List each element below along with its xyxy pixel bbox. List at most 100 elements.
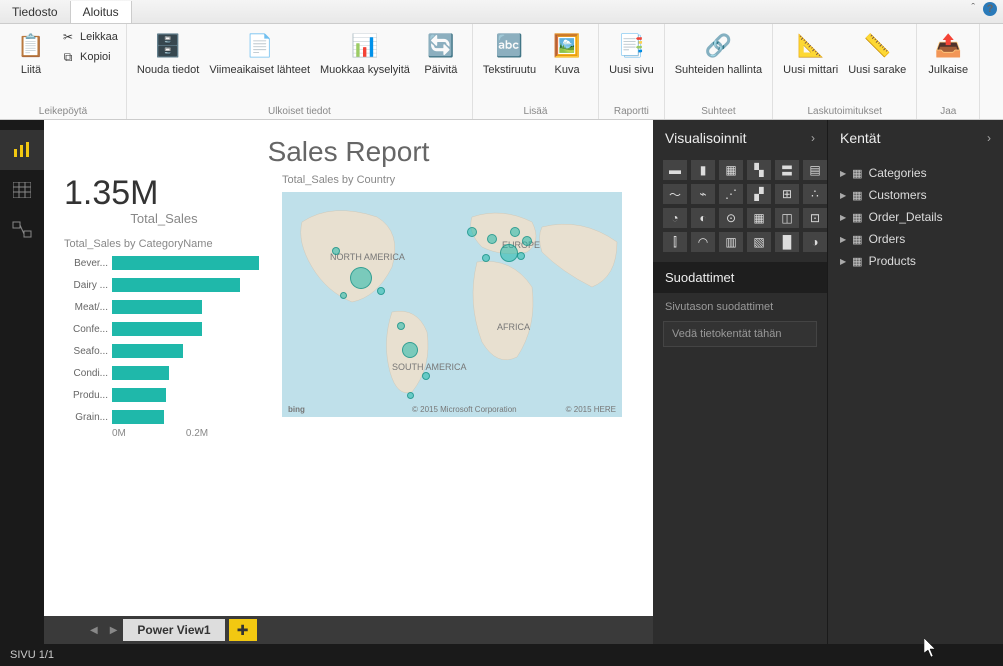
bar-row[interactable]: Condi...: [64, 366, 264, 380]
map-chart-title: Total_Sales by Country: [282, 174, 633, 186]
viz-type-20[interactable]: ▥: [719, 232, 743, 252]
help-icon[interactable]: ?: [983, 2, 997, 16]
mouse-cursor: [924, 638, 938, 658]
bar-row[interactable]: Dairy ...: [64, 278, 264, 292]
viz-type-12[interactable]: ◔: [663, 208, 687, 228]
visualizations-header[interactable]: Visualisoinnit›: [653, 120, 827, 156]
expand-icon: ▶: [840, 235, 846, 244]
map-bubble: [517, 252, 525, 260]
map-bubble: [467, 227, 477, 237]
table-icon: ▦: [852, 189, 862, 202]
field-table-customers[interactable]: ▶▦Customers: [832, 184, 999, 206]
nav-report-view[interactable]: [0, 130, 44, 170]
viz-type-1[interactable]: ▮: [691, 160, 715, 180]
image-button[interactable]: 🖼️Kuva: [542, 28, 592, 78]
viz-type-8[interactable]: ⋰: [719, 184, 743, 204]
field-table-orders[interactable]: ▶▦Orders: [832, 228, 999, 250]
recent-icon: 📄: [244, 30, 276, 62]
viz-type-14[interactable]: ⊙: [719, 208, 743, 228]
viz-type-10[interactable]: ⊞: [775, 184, 799, 204]
expand-icon: ▶: [840, 169, 846, 178]
menu-file[interactable]: Tiedosto: [0, 1, 70, 23]
viz-type-18[interactable]: ⫿: [663, 232, 687, 252]
report-canvas[interactable]: Sales Report 1.35M Total_Sales Total_Sal…: [44, 120, 653, 616]
group-share: Jaa: [923, 104, 973, 117]
expand-icon: ▶: [840, 191, 846, 200]
bar-label: Grain...: [64, 412, 108, 423]
map-bubble: [487, 234, 497, 244]
viz-type-4[interactable]: 〓: [775, 160, 799, 180]
add-page-button[interactable]: ✚: [229, 619, 257, 641]
image-icon: 🖼️: [551, 30, 583, 62]
viz-type-19[interactable]: ◠: [691, 232, 715, 252]
viz-type-5[interactable]: ▤: [803, 160, 827, 180]
viz-type-2[interactable]: ▦: [719, 160, 743, 180]
viz-type-21[interactable]: ▧: [747, 232, 771, 252]
status-page: SIVU 1/1: [10, 649, 54, 661]
recent-sources-button[interactable]: 📄Viimeaikaiset lähteet: [205, 28, 314, 78]
bar-row[interactable]: Confe...: [64, 322, 264, 336]
viz-type-7[interactable]: ⌁: [691, 184, 715, 204]
get-data-button[interactable]: 🗄️Nouda tiedot: [133, 28, 203, 78]
new-page-button[interactable]: 📑Uusi sivu: [605, 28, 658, 78]
new-measure-button[interactable]: 📐Uusi mittari: [779, 28, 842, 78]
viz-type-17[interactable]: ⊡: [803, 208, 827, 228]
table-icon: ▦: [852, 167, 862, 180]
nav-data-view[interactable]: [0, 170, 44, 210]
viz-type-22[interactable]: █: [775, 232, 799, 252]
report-view-icon: [12, 141, 32, 159]
field-table-products[interactable]: ▶▦Products: [832, 250, 999, 272]
bar-fill: [112, 322, 202, 336]
viz-type-23[interactable]: ◑: [803, 232, 827, 252]
viz-type-3[interactable]: ▚: [747, 160, 771, 180]
bar-row[interactable]: Seafo...: [64, 344, 264, 358]
table-icon: ▦: [852, 211, 862, 224]
viz-type-16[interactable]: ◫: [775, 208, 799, 228]
textbox-button[interactable]: 🔤Tekstiruutu: [479, 28, 540, 78]
viz-type-13[interactable]: ◐: [691, 208, 715, 228]
nav-model-view[interactable]: [0, 210, 44, 250]
publish-button[interactable]: 📤Julkaise: [923, 28, 973, 78]
map-attribution-1: © 2015 Microsoft Corporation: [412, 405, 517, 414]
bar-row[interactable]: Meat/...: [64, 300, 264, 314]
tab-next[interactable]: ▶: [104, 625, 124, 636]
copy-button[interactable]: ⧉Kopioi: [58, 48, 120, 66]
bar-fill: [112, 366, 169, 380]
page-tab-1[interactable]: Power View1: [123, 619, 224, 641]
paste-button[interactable]: 📋 Liitä: [6, 28, 56, 78]
edit-queries-button[interactable]: 📊Muokkaa kyselyitä: [316, 28, 414, 78]
viz-type-15[interactable]: ▦: [747, 208, 771, 228]
textbox-icon: 🔤: [493, 30, 525, 62]
field-table-categories[interactable]: ▶▦Categories: [832, 162, 999, 184]
filters-header[interactable]: Suodattimet: [653, 262, 827, 293]
viz-type-9[interactable]: ▞: [747, 184, 771, 204]
map-bubble: [510, 227, 520, 237]
refresh-button[interactable]: 🔄Päivitä: [416, 28, 466, 78]
collapse-ribbon-icon[interactable]: ˆ: [971, 2, 975, 16]
viz-type-6[interactable]: 〜: [663, 184, 687, 204]
menu-home[interactable]: Aloitus: [70, 1, 132, 23]
report-title: Sales Report: [64, 136, 633, 168]
map-bubble: [350, 267, 372, 289]
fields-header[interactable]: Kentät›: [828, 120, 1003, 156]
cut-button[interactable]: ✂Leikkaa: [58, 28, 120, 46]
bar-row[interactable]: Bever...: [64, 256, 264, 270]
new-column-button[interactable]: 📏Uusi sarake: [844, 28, 910, 78]
map-bubble: [522, 236, 532, 246]
bar-chart[interactable]: Bever... Dairy ... Meat/... Confe... Seafo..…: [64, 256, 264, 424]
bar-row[interactable]: Produ...: [64, 388, 264, 402]
filter-dropzone[interactable]: Vedä tietokentät tähän: [663, 321, 817, 347]
manage-relations-button[interactable]: 🔗Suhteiden hallinta: [671, 28, 766, 78]
table-icon: ▦: [852, 255, 862, 268]
bar-fill: [112, 388, 166, 402]
tab-prev[interactable]: ◀: [84, 625, 104, 636]
bar-fill: [112, 410, 164, 424]
viz-type-11[interactable]: ∴: [803, 184, 827, 204]
viz-type-0[interactable]: ▬: [663, 160, 687, 180]
newpage-icon: 📑: [615, 30, 647, 62]
field-table-order_details[interactable]: ▶▦Order_Details: [832, 206, 999, 228]
map-label-sa: SOUTH AMERICA: [392, 362, 467, 372]
bar-row[interactable]: Grain...: [64, 410, 264, 424]
group-external: Ulkoiset tiedot: [133, 104, 466, 117]
map-visual[interactable]: NORTH AMERICA SOUTH AMERICA EUROPE AFRIC…: [282, 192, 622, 417]
